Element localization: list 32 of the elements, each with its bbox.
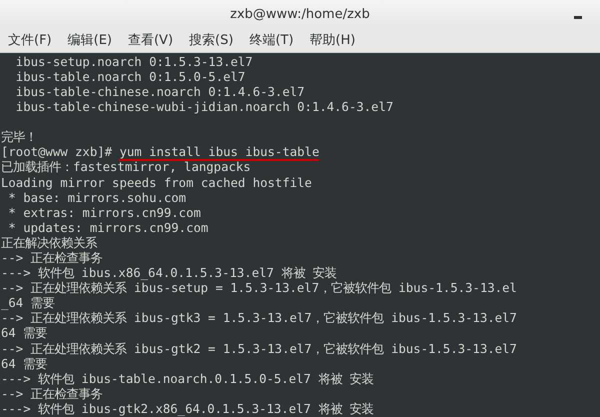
terminal-line: 完毕！	[1, 130, 38, 146]
menu-item[interactable]: 搜索(S)	[189, 31, 234, 50]
terminal-line: 64 需要	[1, 326, 48, 342]
terminal-line: Loading mirror speeds from cached hostfile	[1, 176, 313, 191]
terminal-line: --> 正在检查事务	[1, 250, 104, 266]
terminal-line: 正在解决依赖关系	[1, 236, 98, 251]
terminal-line: ---> 软件包 ibus-gtk2.x86_64.0.1.5.3-13.el7 将被 安装	[1, 402, 375, 417]
minimize-icon[interactable]	[574, 16, 582, 19]
terminal-line: ibus-table.noarch 0:1.5.0-5.el7	[14, 70, 246, 85]
shell-prompt: [root@www zxb]#	[1, 145, 112, 160]
window-title: zxb@www:/home/zxb	[230, 6, 370, 22]
terminal-line: ibus-table-chinese.noarch 0:1.4.6-3.el7	[14, 84, 306, 100]
menu-item[interactable]: 终端(T)	[249, 31, 294, 50]
menu-item[interactable]: 查看(V)	[128, 31, 174, 50]
terminal-line: --> 正在检查事务	[1, 386, 104, 402]
terminal-line: 64 需要	[1, 356, 48, 372]
terminal-line: ---> 软件包 ibus-table.noarch.0.1.5.0-5.el7 将被 安装	[1, 372, 375, 387]
terminal-line: ---> 软件包 ibus.x86_64.0.1.5.3-13.el7 将被 安装	[1, 266, 338, 282]
terminal-line: _64 需要	[1, 296, 56, 312]
terminal-line: * updates: mirrors.cn99.com	[7, 220, 210, 236]
terminal-line: --> 正在处理依赖关系 ibus-gtk3 = 1.5.3-13.el7，它被软件包 ibus-1.5.3-13.el7	[1, 311, 518, 326]
terminal-line: --> 正在处理依赖关系 ibus-setup = 1.5.3-13.el7，它被软件包 ibus-1.5.3-13.el	[1, 281, 518, 296]
terminal-line: --> 正在处理依赖关系 ibus-gtk2 = 1.5.3-13.el7，它被软件包 ibus-1.5.3-13.el7	[1, 342, 518, 357]
menu-item[interactable]: 文件(F)	[8, 31, 52, 50]
menu-item[interactable]: 编辑(E)	[68, 31, 112, 50]
menu-item[interactable]: 帮助(H)	[310, 31, 356, 50]
terminal-line: 已加载插件：fastestmirror, langpacks	[1, 160, 252, 176]
terminal-line: * extras: mirrors.cn99.com	[7, 206, 202, 221]
terminal-line: ibus-setup.noarch 0:1.5.3-13.el7	[14, 54, 254, 70]
terminal-line: * base: mirrors.sohu.com	[7, 190, 188, 206]
shell-command: yum install ibus ibus-table	[119, 145, 320, 162]
terminal-line: ibus-table-chinese-wubi-jidian.noarch 0:1.4.6-3.el7	[14, 100, 394, 116]
